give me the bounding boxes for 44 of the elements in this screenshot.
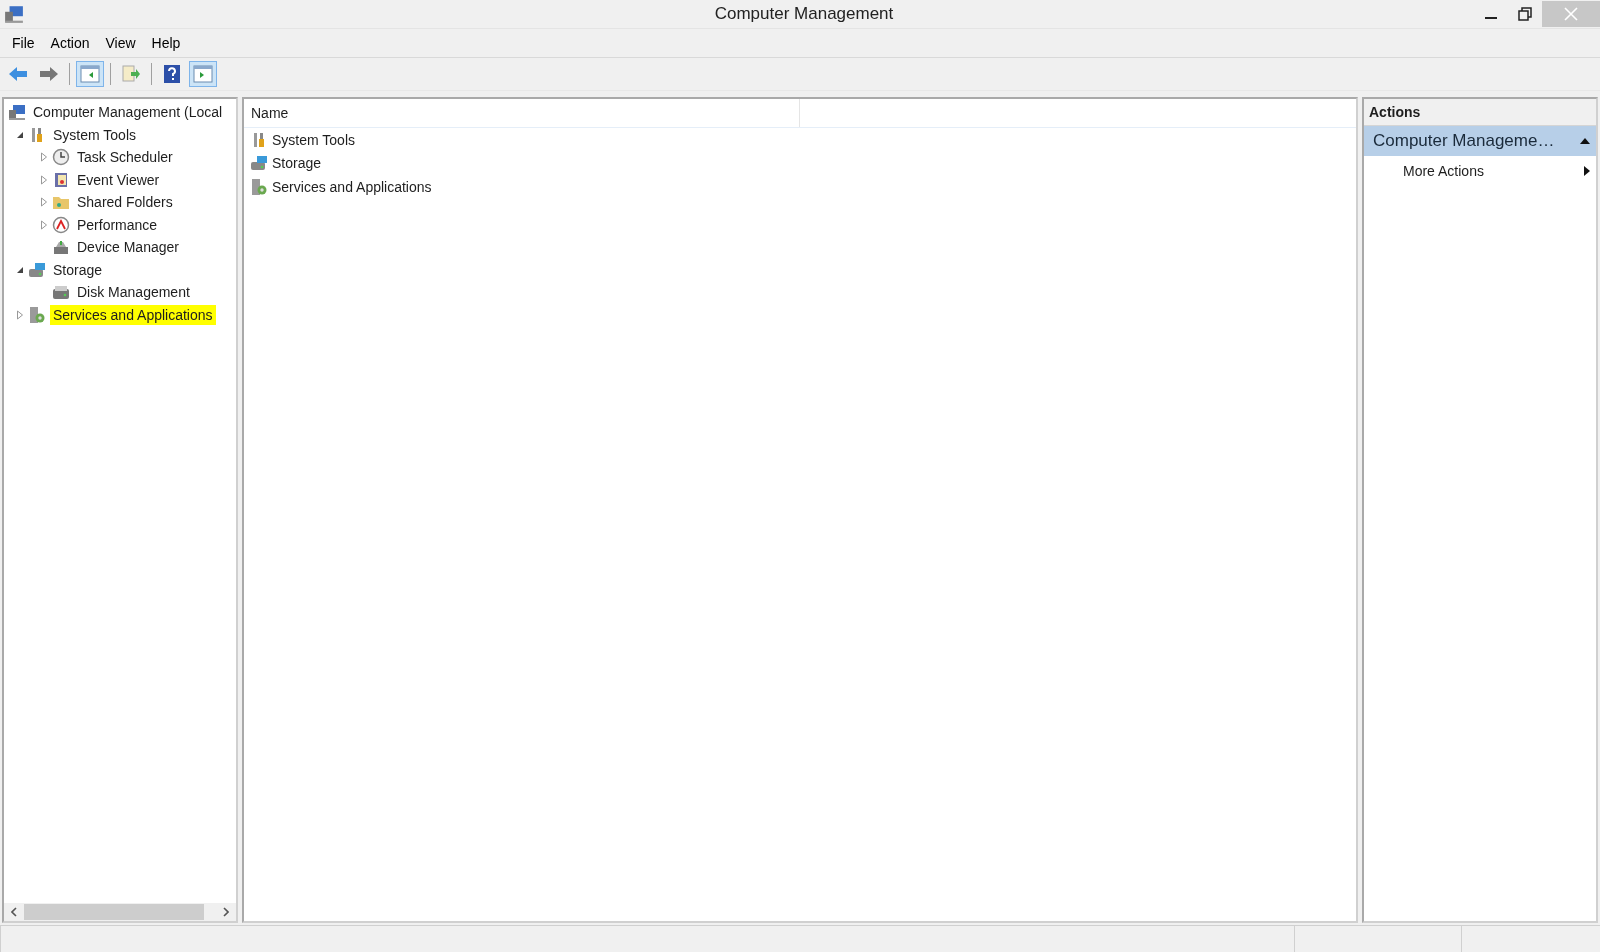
tree-item[interactable]: Task Scheduler	[74, 147, 176, 168]
tree-item[interactable]: Storage	[50, 259, 106, 280]
tree-item[interactable]: Disk Management	[74, 282, 193, 303]
menu-item[interactable]: View	[97, 33, 144, 53]
disk-drive-icon	[52, 283, 70, 302]
section-title: Computer Manageme…	[1373, 131, 1555, 151]
storage-icon	[250, 154, 268, 173]
chevron-right-icon	[223, 907, 229, 917]
menu-item[interactable]: Help	[143, 33, 189, 53]
tree-item[interactable]: Services and Applications	[50, 304, 216, 325]
log-book-icon	[52, 170, 70, 189]
chevron-left-icon	[11, 907, 17, 917]
tree-item[interactable]: Computer Management (Local	[30, 102, 226, 123]
tree-item[interactable]: Performance	[74, 214, 161, 235]
tree-item[interactable]: System Tools	[50, 124, 139, 145]
show-tree-button[interactable]	[76, 61, 104, 87]
submenu-arrow-icon	[1584, 166, 1590, 176]
window-title: Computer Management	[714, 4, 894, 24]
tree-item[interactable]: Event Viewer	[74, 169, 163, 190]
server-gear-icon	[28, 305, 46, 324]
menu-item[interactable]: Action	[42, 33, 98, 53]
storage-icon	[28, 260, 46, 279]
right-arrow-icon	[39, 66, 59, 82]
server-gear-icon	[250, 177, 268, 196]
column-header[interactable]: Name	[244, 99, 800, 127]
left-arrow-icon	[8, 66, 28, 82]
list-item[interactable]: Storage	[272, 155, 322, 172]
actions-header: Actions	[1364, 99, 1596, 126]
close-icon	[1564, 7, 1578, 21]
actions-section-header[interactable]: Computer Manageme…	[1364, 126, 1596, 156]
list-item[interactable]: Services and Applications	[272, 178, 432, 195]
app-icon	[4, 4, 24, 24]
gauge-icon	[52, 215, 70, 234]
scrollbar-thumb[interactable]	[24, 904, 204, 920]
restore-icon	[1518, 7, 1532, 21]
tree-item[interactable]: Shared Folders	[74, 192, 176, 213]
device-icon	[52, 238, 70, 257]
menu-item[interactable]: File	[4, 33, 43, 53]
tree-item[interactable]: Device Manager	[74, 237, 182, 258]
computer-icon	[8, 103, 26, 122]
minimize-icon	[1485, 17, 1497, 19]
list-item[interactable]: System Tools	[272, 131, 355, 148]
clock-icon	[52, 148, 70, 167]
action-item[interactable]: More Actions	[1403, 163, 1484, 179]
